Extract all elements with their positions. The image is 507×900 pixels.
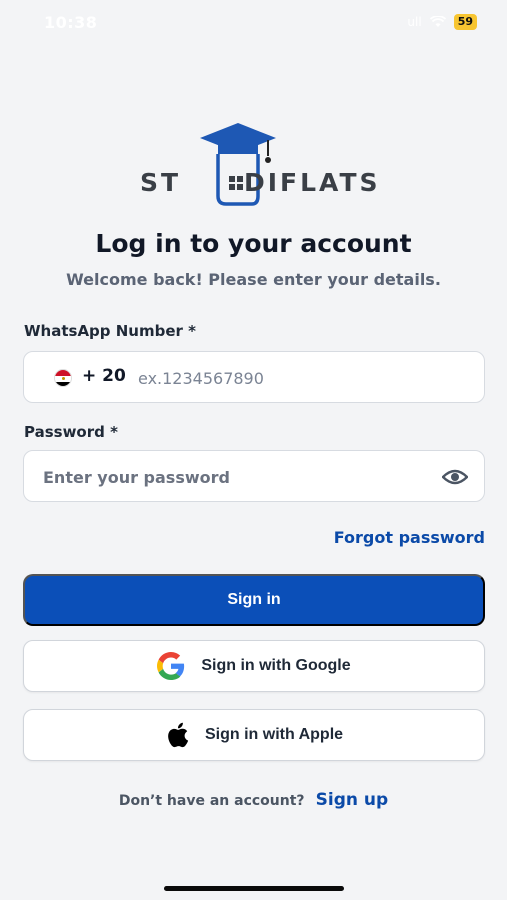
logo-text-right: DIFLATS xyxy=(244,168,381,197)
signup-row: Don’t have an account? Sign up xyxy=(0,790,507,810)
phone-input[interactable] xyxy=(138,366,458,390)
apple-sign-in-button[interactable]: Sign in with Apple xyxy=(23,709,485,761)
password-field[interactable] xyxy=(23,450,485,502)
google-icon xyxy=(157,652,185,680)
phone-label: WhatsApp Number * xyxy=(24,322,196,340)
sign-up-link[interactable]: Sign up xyxy=(316,790,389,810)
signal-icon: ull xyxy=(407,15,422,29)
status-indicators: ull 59 xyxy=(407,14,477,30)
eye-icon[interactable] xyxy=(442,467,468,487)
status-bar: 10:38 ull 59 xyxy=(0,0,507,46)
signup-prompt: Don’t have an account? xyxy=(118,793,305,809)
forgot-password-link[interactable]: Forgot password xyxy=(334,528,485,547)
page-title: Log in to your account xyxy=(95,229,412,258)
sign-in-label: Sign in xyxy=(227,591,281,608)
battery-indicator: 59 xyxy=(453,14,477,30)
apple-sign-in-label: Sign in with Apple xyxy=(204,726,344,743)
logo-text-left: ST xyxy=(140,168,182,197)
dial-code[interactable]: + 20 xyxy=(82,366,126,386)
password-input[interactable] xyxy=(43,465,433,489)
page-subtitle: Welcome back! Please enter your details. xyxy=(66,270,441,289)
egypt-flag-icon[interactable] xyxy=(54,369,72,387)
password-label: Password * xyxy=(24,423,118,441)
google-sign-in-button[interactable]: Sign in with Google xyxy=(23,640,485,692)
studiflats-logo: ST DIFLATS xyxy=(140,118,378,208)
sign-in-button[interactable]: Sign in xyxy=(23,574,485,626)
wifi-icon xyxy=(429,16,446,27)
home-indicator[interactable] xyxy=(164,886,344,891)
phone-field[interactable]: + 20 xyxy=(23,351,485,403)
apple-icon xyxy=(168,722,189,748)
google-sign-in-label: Sign in with Google xyxy=(201,657,351,674)
status-time: 10:38 xyxy=(44,13,98,32)
login-screen: 10:38 ull 59 ST DIFLATS Log in to your a… xyxy=(0,0,507,900)
